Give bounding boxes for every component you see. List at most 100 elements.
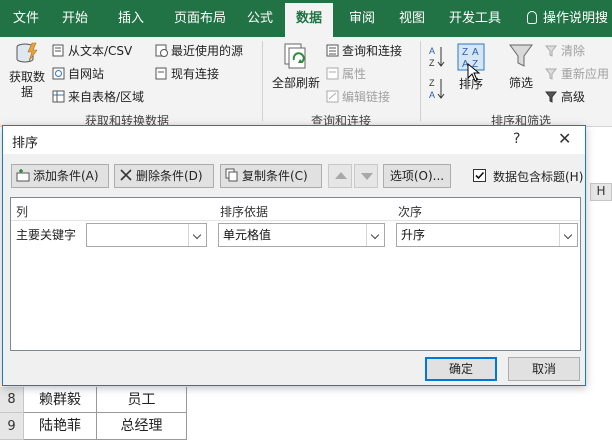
delete-level-label: 删除条件(D) xyxy=(136,169,203,183)
arrow-up-icon xyxy=(335,172,347,179)
svg-text:Z: Z xyxy=(429,78,435,88)
from-table-label: 来自表格/区域 xyxy=(68,90,145,104)
chevron-down-icon[interactable] xyxy=(366,224,384,246)
row-header[interactable]: 9 xyxy=(0,413,24,440)
ribbon-tab-bar: 文件 开始 插入 页面布局 公式 数据 审阅 视图 开发工具 操作说明搜 xyxy=(0,0,612,37)
chevron-down-icon[interactable] xyxy=(559,224,577,246)
tab-file[interactable]: 文件 xyxy=(4,0,48,37)
svg-text:Z: Z xyxy=(429,58,435,68)
header-divider xyxy=(11,220,580,221)
tell-me-search[interactable]: 操作说明搜 xyxy=(527,0,608,37)
delete-level-icon xyxy=(120,169,132,181)
cell-title[interactable]: 总经理 xyxy=(97,413,187,440)
order-select[interactable]: 升序 xyxy=(396,223,578,247)
tab-page-layout[interactable]: 页面布局 xyxy=(162,0,238,37)
chevron-down-icon[interactable] xyxy=(188,224,206,246)
filter-label: 筛选 xyxy=(508,76,533,90)
copy-level-button[interactable]: 复制条件(C) xyxy=(220,164,322,188)
from-table-button[interactable]: 来自表格/区域 xyxy=(52,88,144,105)
refresh-all-label: 全部刷新 xyxy=(271,76,320,90)
edit-links-button[interactable]: 编辑链接 xyxy=(326,88,390,105)
cancel-button[interactable]: 取消 xyxy=(508,357,580,381)
arrow-down-icon xyxy=(361,173,373,180)
tell-me-label: 操作说明搜 xyxy=(543,11,609,26)
queries-connections-button[interactable]: 查询和连接 xyxy=(326,42,402,59)
sort-on-value: 单元格值 xyxy=(223,228,272,242)
sort-on-select[interactable]: 单元格值 xyxy=(218,223,385,247)
ribbon-body: 获取数 据 从文本/CSV 自网站 来自表格/区域 最近使用的源 现有连接 获取… xyxy=(0,37,612,128)
sort-ascending-icon: AZ xyxy=(429,46,445,68)
advanced-button[interactable]: 高级 xyxy=(545,88,585,105)
get-data-button[interactable]: 获取数 据 xyxy=(4,41,50,100)
existing-connections-button[interactable]: 现有连接 xyxy=(155,65,219,82)
order-value: 升序 xyxy=(401,228,426,242)
clear-label: 清除 xyxy=(561,44,586,58)
copy-level-label: 复制条件(C) xyxy=(242,169,308,183)
sort-levels-panel: 列 排序依据 次序 主要关键字 单元格值 升序 xyxy=(10,197,581,351)
tab-developer[interactable]: 开发工具 xyxy=(442,0,508,37)
get-data-line1: 获取数 xyxy=(8,70,45,84)
advanced-label: 高级 xyxy=(561,90,586,104)
tab-insert[interactable]: 插入 xyxy=(108,0,154,37)
from-text-button[interactable]: 从文本/CSV xyxy=(52,42,132,59)
cell-name[interactable]: 赖群毅 xyxy=(24,387,97,413)
properties-icon xyxy=(326,67,339,80)
delete-level-button[interactable]: 删除条件(D) xyxy=(114,164,214,188)
add-level-icon xyxy=(16,169,30,182)
refresh-all-button[interactable]: 全部刷新 xyxy=(268,41,324,91)
mouse-cursor-icon xyxy=(467,63,481,82)
refresh-icon xyxy=(284,43,306,69)
from-web-label: 自网站 xyxy=(68,67,105,81)
edit-links-label: 编辑链接 xyxy=(342,90,391,104)
clear-filter-icon xyxy=(545,45,558,57)
recent-sources-button[interactable]: 最近使用的源 xyxy=(155,42,243,59)
tab-formulas[interactable]: 公式 xyxy=(240,0,280,37)
dialog-title: 排序 xyxy=(12,136,39,151)
close-icon[interactable]: ✕ xyxy=(558,129,571,148)
help-button[interactable]: ? xyxy=(513,131,520,147)
tab-review[interactable]: 审阅 xyxy=(340,0,384,37)
properties-button[interactable]: 属性 xyxy=(326,65,366,82)
group-separator xyxy=(262,41,263,121)
checkmark-icon xyxy=(475,171,485,180)
row-header[interactable]: 8 xyxy=(0,387,24,413)
tab-view[interactable]: 视图 xyxy=(390,0,434,37)
queries-icon xyxy=(326,44,339,57)
dialog-title-bar[interactable]: 排序 ? ✕ xyxy=(3,126,585,154)
header-checkbox-label: 数据包含标题(H) xyxy=(493,170,584,184)
svg-text:A: A xyxy=(429,90,435,100)
cell-name[interactable]: 陆艳菲 xyxy=(24,413,97,440)
recent-sources-label: 最近使用的源 xyxy=(171,44,244,58)
sort-descending-button[interactable]: ZA xyxy=(428,77,446,104)
lightbulb-icon xyxy=(527,11,537,24)
ok-button[interactable]: 确定 xyxy=(425,357,497,381)
svg-text:Z: Z xyxy=(462,47,468,58)
sort-ascending-button[interactable]: AZ xyxy=(428,45,446,72)
clear-button[interactable]: 清除 xyxy=(545,42,585,59)
connections-icon xyxy=(155,67,167,80)
table-icon xyxy=(52,90,65,103)
add-level-button[interactable]: 添加条件(A) xyxy=(11,164,109,188)
filter-button[interactable]: 筛选 xyxy=(503,41,539,91)
get-data-line2: 据 xyxy=(20,85,33,99)
reapply-label: 重新应用 xyxy=(561,67,610,81)
column-header[interactable]: H xyxy=(590,183,612,201)
column-heading: 列 xyxy=(16,205,29,219)
queries-connections-label: 查询和连接 xyxy=(342,44,403,58)
header-checkbox[interactable] xyxy=(473,169,486,182)
reapply-button[interactable]: 重新应用 xyxy=(545,65,609,82)
move-down-button[interactable] xyxy=(354,164,378,188)
filter-icon xyxy=(509,44,533,67)
sort-descending-icon: ZA xyxy=(429,78,445,100)
column-select[interactable] xyxy=(86,223,207,247)
cell-title[interactable]: 员工 xyxy=(97,387,187,413)
tab-data[interactable]: 数据 xyxy=(285,3,333,37)
tab-home[interactable]: 开始 xyxy=(52,0,98,37)
edit-links-icon xyxy=(326,90,339,103)
options-button[interactable]: 选项(O)... xyxy=(383,164,451,188)
web-icon xyxy=(52,67,65,80)
recent-sources-icon xyxy=(155,44,168,57)
svg-text:A: A xyxy=(429,46,435,56)
from-web-button[interactable]: 自网站 xyxy=(52,65,104,82)
move-up-button[interactable] xyxy=(328,164,352,188)
